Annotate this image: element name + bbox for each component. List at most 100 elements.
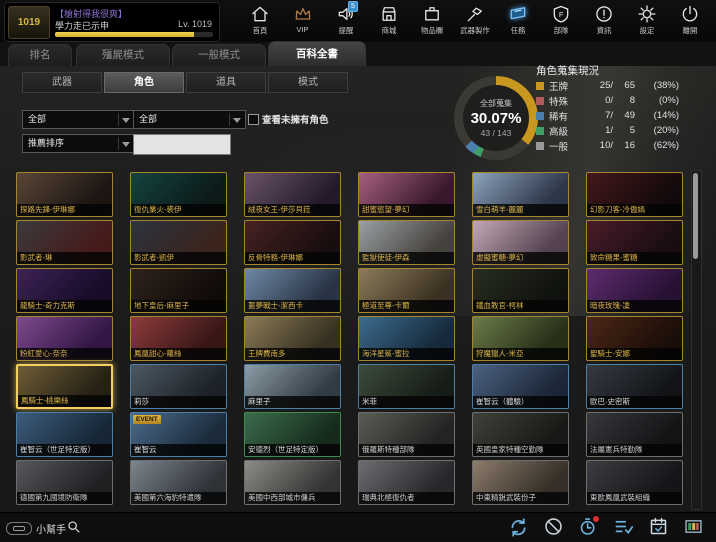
character-card[interactable]: 暗夜玫瑰-凜 — [586, 268, 683, 313]
character-card[interactable]: 鐵血教官-柯林 — [472, 268, 569, 313]
subtab-模式[interactable]: 模式 — [268, 72, 348, 93]
grid-scrollbar[interactable] — [691, 170, 702, 510]
character-card[interactable]: 影武者-凱伊 — [130, 220, 227, 265]
category-dropdown[interactable]: 全部 — [22, 110, 135, 129]
character-card[interactable]: 聖騎士-安娜 — [586, 316, 683, 361]
character-card[interactable]: 虛擬蜜糖-夢幻 — [472, 220, 569, 265]
legend-total: 5 — [613, 125, 635, 136]
calendar-icon[interactable] — [648, 516, 669, 537]
character-card[interactable]: 德國第九國境防衛隊 — [16, 460, 113, 505]
nav-item-shop[interactable]: 商城 — [367, 1, 410, 41]
character-name: 德國第九國境防衛隊 — [17, 492, 112, 504]
player-chip[interactable]: 1019 【槍射得我很爽】 學力走已示申 Lv. 1019 — [4, 2, 220, 42]
character-card[interactable]: 美國中西部城市傭兵 — [244, 460, 341, 505]
task-icon — [508, 4, 528, 24]
event-badge: EVENT — [133, 415, 161, 424]
character-card[interactable]: EVENT崔智云 — [130, 412, 227, 457]
unowned-checkbox-label: 查看未擁有角色 — [262, 112, 329, 126]
character-card[interactable]: 鳳騎士-桃樂絲 — [16, 364, 113, 409]
collection-legend: 王牌25/65(38%)特殊0/8(0%)稀有7/49(14%)高級1/5(20… — [536, 78, 710, 153]
subtab-武器[interactable]: 武器 — [22, 72, 102, 93]
character-card[interactable]: 俄羅斯特種部隊 — [358, 412, 455, 457]
legend-row-王牌: 王牌25/65(38%) — [536, 78, 710, 93]
tab-殭屍模式[interactable]: 殭屍模式 — [76, 44, 170, 66]
tab-百科全書[interactable]: 百科全書 — [268, 41, 366, 66]
character-card[interactable]: 致命糖果-蜜糖 — [586, 220, 683, 265]
nav-item-vip[interactable]: VIP — [281, 1, 324, 41]
subcategory-dropdown[interactable]: 全部 — [133, 110, 246, 129]
chest-icon[interactable] — [683, 516, 704, 537]
character-card[interactable]: 地下皇后-麻里子 — [130, 268, 227, 313]
character-card[interactable]: 米菲 — [358, 364, 455, 409]
character-card[interactable]: 東歐鳳凰武裝組織 — [586, 460, 683, 505]
name-search-input[interactable] — [133, 134, 231, 155]
timer-icon[interactable] — [578, 516, 599, 537]
unowned-checkbox[interactable] — [248, 114, 259, 125]
character-card[interactable]: 反骨特務-伊琳娜 — [244, 220, 341, 265]
character-card[interactable]: 雪白萌羊-麗麗 — [472, 172, 569, 217]
character-name: 海洋星鯊-蜜拉 — [359, 348, 454, 360]
character-name: 致命糖果-蜜糖 — [587, 252, 682, 264]
character-card[interactable]: 麻里子 — [244, 364, 341, 409]
character-card[interactable]: 海洋星鯊-蜜拉 — [358, 316, 455, 361]
character-name: 美國第六海豹特遣隊 — [131, 492, 226, 504]
nav-item-info[interactable]: 資訊 — [582, 1, 625, 41]
sort-dropdown[interactable]: 推薦排序 — [22, 134, 135, 153]
character-card[interactable]: 莉莎 — [130, 364, 227, 409]
block-icon[interactable] — [543, 516, 564, 537]
xp-bar — [55, 32, 213, 37]
top-bar: 1019 【槍射得我很爽】 學力走已示申 Lv. 1019 首頁 VIP 5提醒商城… — [0, 0, 716, 42]
subtab-角色[interactable]: 角色 — [104, 72, 184, 93]
character-card[interactable]: 歐巴·史密斯 — [586, 364, 683, 409]
grid-scrollbar-thumb[interactable] — [693, 173, 698, 259]
main-nav: 首頁 VIP 5提醒商城物品欄武器製作任務F部隊資訊設定 離開 — [238, 1, 711, 41]
chevron-down-icon — [122, 142, 130, 147]
checklist-icon[interactable] — [613, 516, 634, 537]
character-card[interactable]: 監獄使徒-伊森 — [358, 220, 455, 265]
nav-item-inventory[interactable]: 物品欄 — [410, 1, 453, 41]
nav-item-exit[interactable]: 離開 — [668, 1, 711, 41]
character-card[interactable]: 極道至尊-卡爾 — [358, 268, 455, 313]
search-icon[interactable] — [66, 519, 82, 535]
character-name: 探路先鋒-伊琳娜 — [17, 204, 112, 216]
character-grid: 探路先鋒-伊琳娜 復仇業火-裘伊絨夜女王-伊莎貝菈甜蜜慾望-夢幻雪白萌羊-麗麗幻影… — [16, 172, 684, 505]
character-card[interactable]: 幻影刀客-冷傲嫣 — [586, 172, 683, 217]
subtab-道具[interactable]: 道具 — [186, 72, 266, 93]
character-card[interactable]: 探路先鋒-伊琳娜 — [16, 172, 113, 217]
character-card[interactable]: 影武者-琳 — [16, 220, 113, 265]
nav-item-task[interactable]: 任務 — [496, 1, 539, 41]
nav-item-settings[interactable]: 設定 — [625, 1, 668, 41]
character-card[interactable]: 狩魔獵人-米亞 — [472, 316, 569, 361]
character-card[interactable]: 鳳凰甜心-蘿絲 — [130, 316, 227, 361]
character-card[interactable]: 崔智云（體驗） — [472, 364, 569, 409]
donut-center-label: 全部蒐集 — [480, 98, 512, 109]
character-card[interactable]: 英國皇家特種空勤隊 — [472, 412, 569, 457]
nav-item-label: VIP — [297, 25, 309, 33]
character-card[interactable]: 中東精銳武裝份子 — [472, 460, 569, 505]
character-card[interactable]: 粉紅愛心-奈奈 — [16, 316, 113, 361]
character-card[interactable]: 崔智云（世足特定版） — [16, 412, 113, 457]
character-card[interactable]: 美國第六海豹特遣隊 — [130, 460, 227, 505]
nav-item-home[interactable]: 首頁 — [238, 1, 281, 41]
legend-row-稀有: 稀有7/49(14%) — [536, 108, 710, 123]
character-card[interactable]: 瑞典北極復仇者 — [358, 460, 455, 505]
legend-total: 8 — [613, 95, 635, 106]
tab-排名[interactable]: 排名 — [8, 44, 72, 66]
character-card[interactable]: 王牌費南多 — [244, 316, 341, 361]
character-card[interactable]: 法屬憲兵特勤隊 — [586, 412, 683, 457]
nav-item-label: 設定 — [639, 25, 654, 35]
tab-一般模式[interactable]: 一般模式 — [172, 44, 266, 66]
character-name: 地下皇后-麻里子 — [131, 300, 226, 312]
sync-icon[interactable] — [508, 516, 529, 537]
character-name: 安德烈（世足特定版） — [245, 444, 340, 456]
character-card[interactable]: 甜蜜慾望-夢幻 — [358, 172, 455, 217]
character-card[interactable]: 龍騎士-奇力克斯 — [16, 268, 113, 313]
character-card[interactable]: 噩夢戰士-潔西卡 — [244, 268, 341, 313]
nav-item-alert[interactable]: 5提醒 — [324, 1, 367, 41]
character-card[interactable]: 安德烈（世足特定版） — [244, 412, 341, 457]
character-card[interactable]: 復仇業火-裘伊 — [130, 172, 227, 217]
collection-panel-title: 角色蒐集現況 — [536, 63, 599, 78]
nav-item-craft[interactable]: 武器製作 — [453, 1, 496, 41]
character-card[interactable]: 絨夜女王-伊莎貝菈 — [244, 172, 341, 217]
nav-item-troop[interactable]: F部隊 — [539, 1, 582, 41]
